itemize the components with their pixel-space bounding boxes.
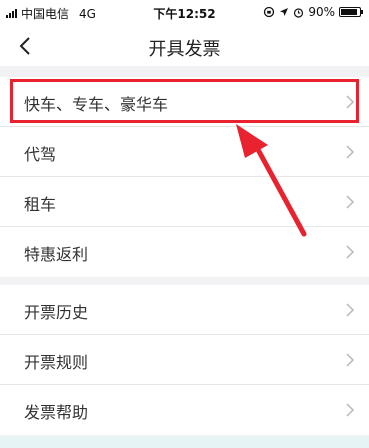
menu-item-label: 代驾: [24, 145, 57, 164]
nav-bar: 开具发票: [0, 26, 369, 66]
menu-item-label: 开票历史: [24, 303, 89, 322]
menu-item-invoice-rules[interactable]: 开票规则: [0, 335, 369, 385]
rotation-lock-icon: [264, 6, 275, 18]
invoice-type-list: 快车、专车、豪华车 代驾 租车 特惠返利: [0, 77, 369, 277]
menu-item-express-premier-luxe[interactable]: 快车、专车、豪华车: [0, 77, 369, 127]
chevron-right-icon: [346, 403, 355, 417]
battery-icon: [339, 7, 363, 17]
menu-item-designated-driver[interactable]: 代驾: [0, 127, 369, 177]
menu-item-rebate[interactable]: 特惠返利: [0, 227, 369, 277]
status-bar: 中国电信 4G 下午12:52 90%: [0, 0, 369, 26]
page-title: 开具发票: [148, 39, 221, 60]
menu-item-car-rental[interactable]: 租车: [0, 177, 369, 227]
menu-item-label: 快车、专车、豪华车: [24, 95, 169, 114]
location-arrow-icon: [280, 8, 289, 16]
battery-percent: 90%: [308, 5, 335, 19]
chevron-right-icon: [346, 195, 355, 209]
menu-item-label: 发票帮助: [24, 403, 89, 422]
invoice-info-list: 开票历史 开票规则 发票帮助: [0, 285, 369, 435]
menu-item-label: 特惠返利: [24, 245, 89, 264]
menu-item-invoice-history[interactable]: 开票历史: [0, 285, 369, 335]
chevron-right-icon: [346, 245, 355, 259]
battery-fill: [341, 9, 358, 15]
bottom-strip: [0, 436, 369, 448]
menu-item-label: 开票规则: [24, 353, 89, 372]
alarm-icon: [294, 7, 304, 18]
menu-item-invoice-help[interactable]: 发票帮助: [0, 385, 369, 435]
status-right: 90%: [263, 5, 363, 19]
chevron-right-icon: [346, 303, 355, 317]
chevron-right-icon: [346, 353, 355, 367]
chevron-right-icon: [346, 145, 355, 159]
menu-item-label: 租车: [24, 195, 57, 214]
chevron-right-icon: [346, 95, 355, 109]
